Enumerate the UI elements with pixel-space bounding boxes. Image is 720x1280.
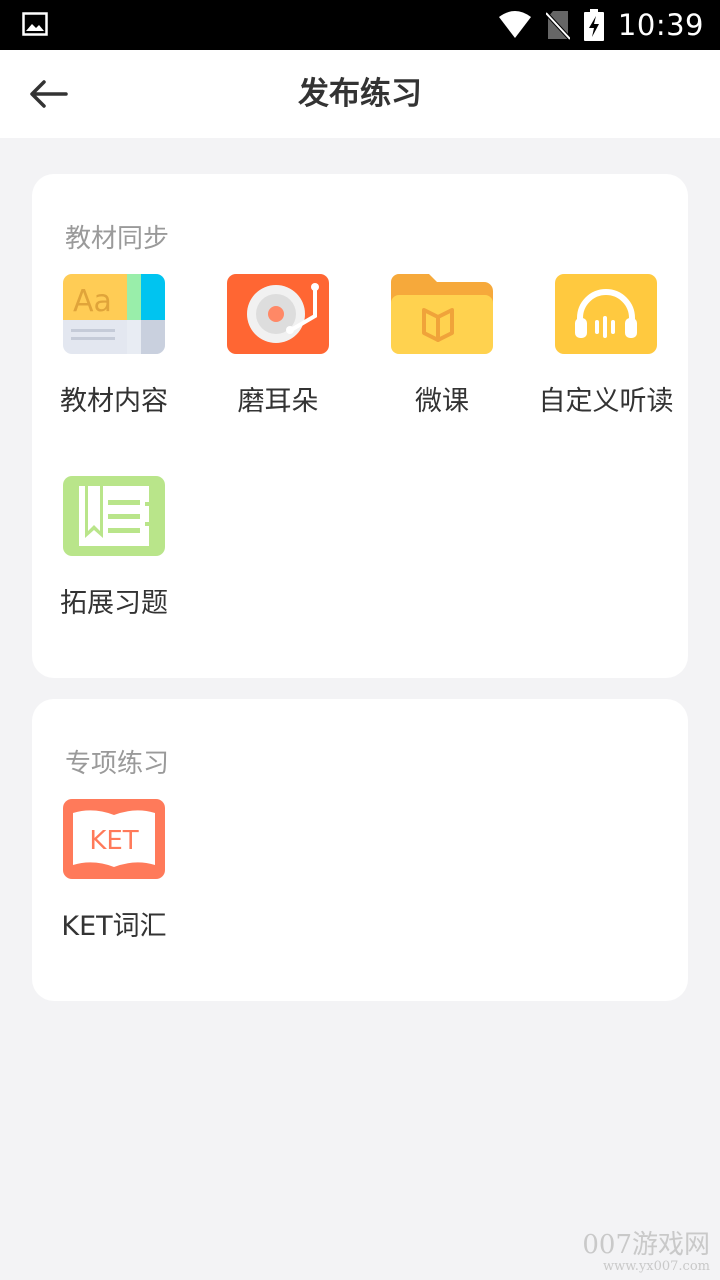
status-time: 10:39 [617, 8, 704, 42]
record-player-icon [227, 274, 329, 354]
item-label: 拓展习题 [60, 588, 168, 619]
section-title: 专项练习 [65, 749, 170, 779]
ear-training-item[interactable]: 磨耳朵 [196, 274, 360, 434]
item-label: KET词汇 [61, 911, 167, 942]
textbook-icon: Aa [63, 274, 165, 354]
battery-charging-icon [583, 9, 604, 41]
page-title: 发布练习 [298, 76, 422, 112]
textbook-content-item[interactable]: Aa 教材内容 [32, 274, 196, 434]
image-icon [22, 12, 48, 36]
no-sim-icon [545, 11, 570, 40]
textbook-sync-card: 教材同步 Aa 教材内容 磨耳朵 微课 自定义听读 拓展习题 [32, 174, 688, 678]
item-label: 磨耳朵 [237, 386, 319, 417]
ket-book-icon: KET [63, 799, 165, 879]
wifi-icon [498, 11, 531, 38]
headphones-icon [555, 274, 657, 354]
item-label: 教材内容 [60, 386, 168, 417]
app-bar: 发布练习 [0, 50, 720, 138]
status-bar: 10:39 [0, 0, 720, 50]
special-practice-card: 专项练习 KET KET词汇 [32, 699, 688, 1001]
svg-text:KET: KET [89, 826, 138, 856]
svg-text:Aa: Aa [73, 284, 112, 319]
watermark-line2: www.yx007.com [602, 1258, 710, 1274]
folder-book-icon [391, 274, 493, 354]
ket-vocabulary-item[interactable]: KET KET词汇 [32, 799, 196, 959]
watermark: 007游戏网 www.yx007.com [582, 1231, 710, 1274]
item-label: 自定义听读 [538, 386, 674, 417]
section-title: 教材同步 [65, 224, 170, 254]
micro-lesson-item[interactable]: 微课 [360, 274, 524, 434]
item-label: 微课 [415, 386, 469, 417]
bookmark-list-icon [63, 476, 165, 556]
custom-listen-read-item[interactable]: 自定义听读 [524, 274, 688, 434]
watermark-line1: 007游戏网 [582, 1230, 710, 1261]
extended-exercises-item[interactable]: 拓展习题 [32, 476, 196, 636]
